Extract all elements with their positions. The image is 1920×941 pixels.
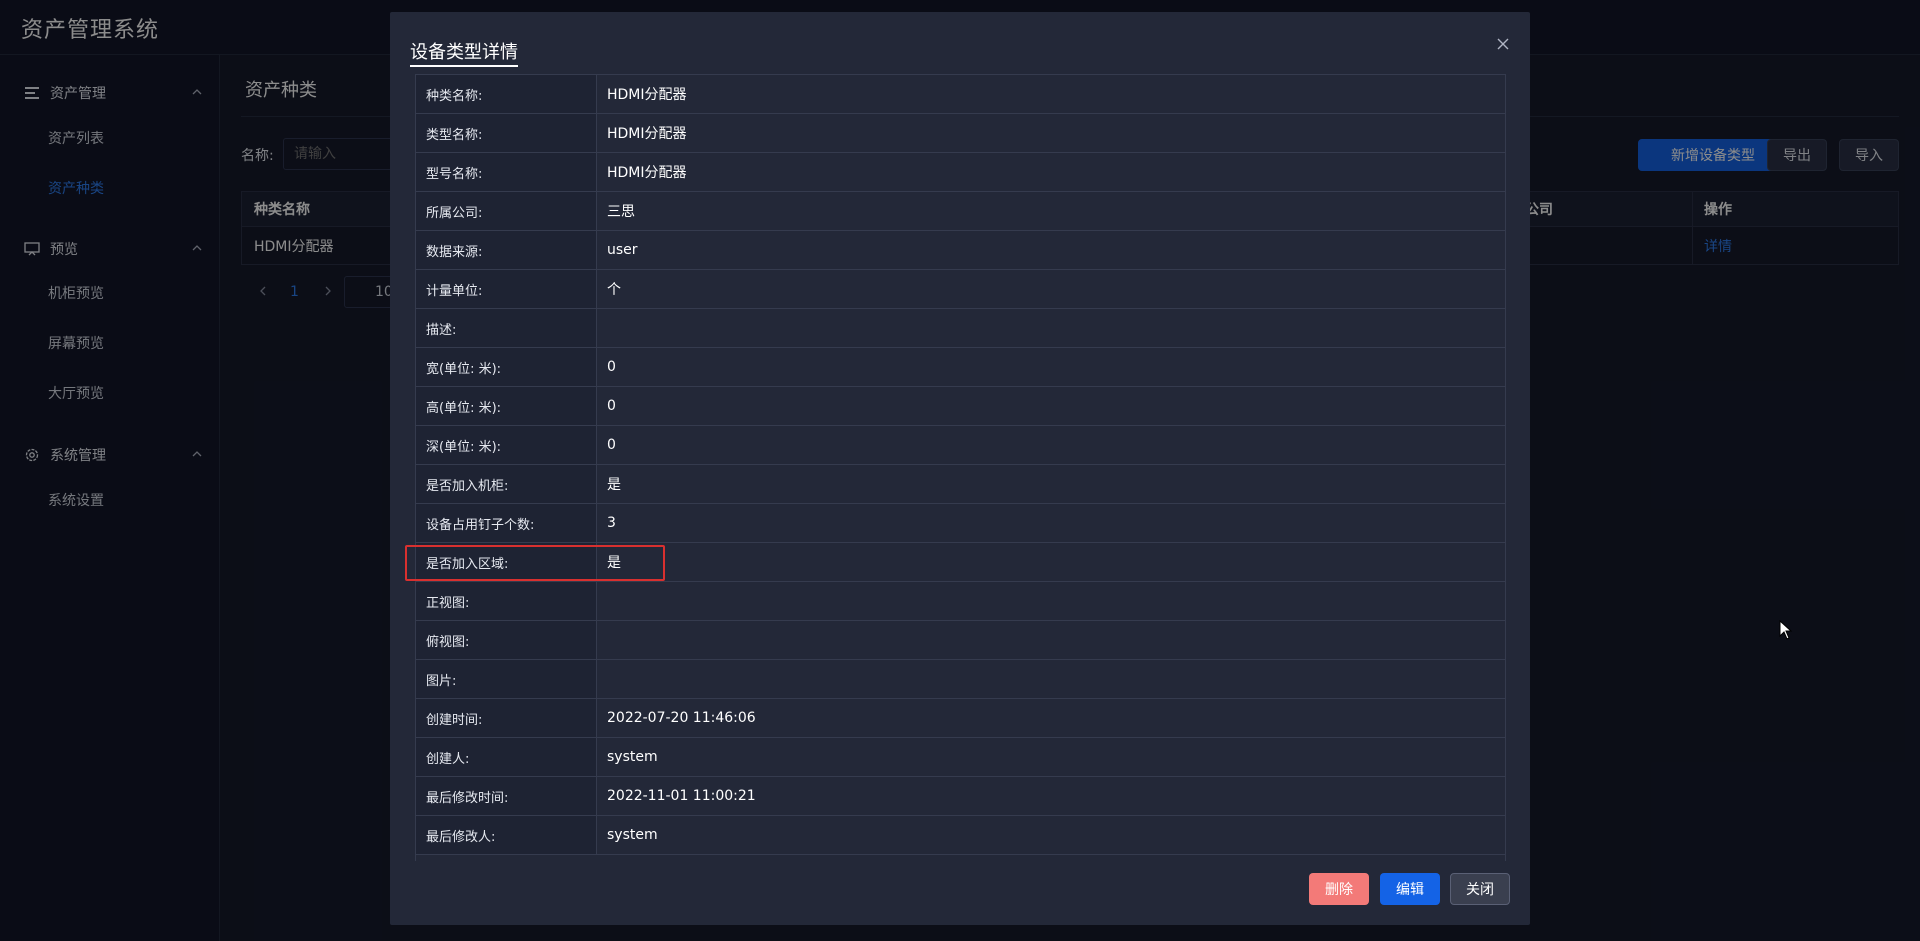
detail-row: 是否加入机柜: 是 [416, 465, 1505, 504]
delete-button[interactable]: 删除 [1309, 873, 1369, 905]
modal-title-underline [410, 65, 518, 67]
detail-row: 型号名称: HDMI分配器 [416, 153, 1505, 192]
detail-row: 宽(单位: 米): 0 [416, 348, 1505, 387]
edit-button[interactable]: 编辑 [1380, 873, 1440, 905]
detail-value [597, 660, 1505, 698]
detail-value: 2022-11-01 11:00:21 [607, 788, 756, 804]
detail-row: 计量单位: 个 [416, 270, 1505, 309]
detail-label: 是否加入区域: [416, 543, 597, 581]
detail-row: 高(单位: 米): 0 [416, 387, 1505, 426]
detail-value: 0 [607, 437, 616, 453]
detail-value [597, 582, 1505, 620]
detail-label: 数据来源: [416, 231, 597, 269]
detail-value: HDMI分配器 [607, 126, 687, 142]
detail-label: 所属公司: [416, 192, 597, 230]
detail-row: 描述: [416, 309, 1505, 348]
detail-row: 设备占用钉子个数: 3 [416, 504, 1505, 543]
detail-value: user [607, 242, 638, 258]
detail-label: 描述: [416, 309, 597, 347]
detail-value [597, 621, 1505, 659]
detail-label: 最后修改人: [416, 816, 597, 854]
detail-label: 创建人: [416, 738, 597, 776]
detail-label: 种类名称: [416, 75, 597, 113]
detail-label: 高(单位: 米): [416, 387, 597, 425]
detail-row: 类型名称: HDMI分配器 [416, 114, 1505, 153]
modal-title: 设备类型详情 [410, 42, 518, 63]
detail-row: 创建时间: 2022-07-20 11:46:06 [416, 699, 1505, 738]
detail-value: 3 [607, 515, 616, 531]
detail-row: 创建人: system [416, 738, 1505, 777]
detail-row: 是否加入区域: 是 [416, 543, 1505, 582]
detail-value: 是 [607, 477, 621, 493]
detail-label: 计量单位: [416, 270, 597, 308]
detail-label: 设备占用钉子个数: [416, 504, 597, 542]
detail-table: 种类名称: HDMI分配器 类型名称: HDMI分配器 型号名称: HDMI分配器 所属公司… [415, 74, 1506, 861]
detail-value: 0 [607, 398, 616, 414]
detail-value: system [607, 827, 658, 843]
mouse-cursor-icon [1779, 620, 1793, 640]
detail-value: 0 [607, 359, 616, 375]
detail-value [597, 309, 1505, 347]
detail-label: 类型名称: [416, 114, 597, 152]
detail-value: HDMI分配器 [607, 165, 687, 181]
detail-row: 深(单位: 米): 0 [416, 426, 1505, 465]
detail-label: 深(单位: 米): [416, 426, 597, 464]
detail-label: 图片: [416, 660, 597, 698]
detail-row: 俯视图: [416, 621, 1505, 660]
detail-row: 最后修改时间: 2022-11-01 11:00:21 [416, 777, 1505, 816]
device-type-detail-modal: 设备类型详情 种类名称: HDMI分配器 类型名称: HDMI分配器 型号名称: HDMI… [390, 12, 1530, 925]
close-button[interactable]: 关闭 [1450, 873, 1510, 905]
detail-row: 图片: [416, 660, 1505, 699]
detail-value: HDMI分配器 [607, 87, 687, 103]
detail-label: 正视图: [416, 582, 597, 620]
detail-label: 型号名称: [416, 153, 597, 191]
detail-value: 是 [607, 555, 621, 571]
detail-value: 三思 [607, 204, 635, 220]
detail-row: 数据来源: user [416, 231, 1505, 270]
detail-row: 种类名称: HDMI分配器 [416, 75, 1505, 114]
close-icon[interactable] [1493, 34, 1513, 54]
detail-label: 宽(单位: 米): [416, 348, 597, 386]
detail-value: 个 [607, 282, 621, 298]
detail-label: 俯视图: [416, 621, 597, 659]
detail-row: 所属公司: 三思 [416, 192, 1505, 231]
detail-value: system [607, 749, 658, 765]
detail-label: 是否加入机柜: [416, 465, 597, 503]
detail-label: 创建时间: [416, 699, 597, 737]
detail-row: 最后修改人: system [416, 816, 1505, 855]
detail-label: 最后修改时间: [416, 777, 597, 815]
detail-value: 2022-07-20 11:46:06 [607, 710, 756, 726]
detail-row: 正视图: [416, 582, 1505, 621]
